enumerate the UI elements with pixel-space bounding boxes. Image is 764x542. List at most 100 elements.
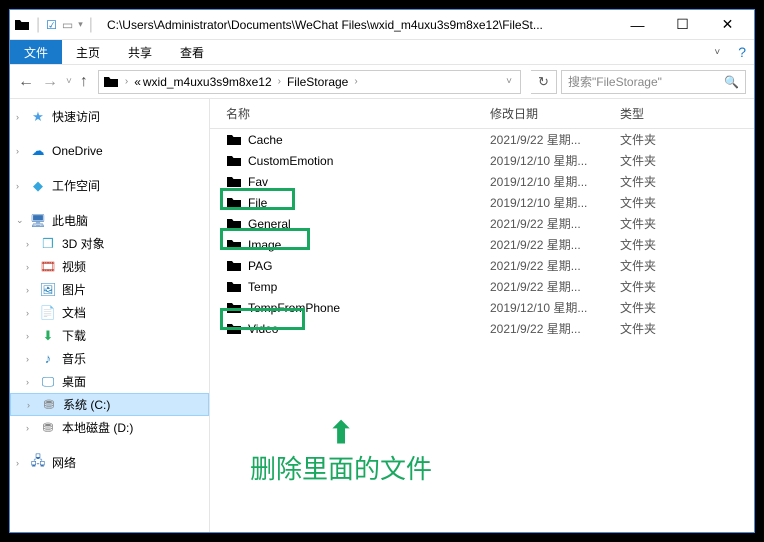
column-headers: 名称 修改日期 类型: [210, 99, 754, 129]
home-tab[interactable]: 主页: [62, 40, 114, 65]
column-date[interactable]: 修改日期: [490, 105, 620, 122]
pc-icon: 🖥: [30, 213, 46, 229]
star-icon: ★: [30, 109, 46, 125]
expand-icon[interactable]: ›: [26, 285, 29, 295]
file-date: 2021/9/22 星期...: [490, 215, 620, 232]
breadcrumb-segment[interactable]: FileStorage: [287, 75, 348, 89]
search-placeholder: 搜索"FileStorage": [568, 73, 662, 90]
file-row[interactable]: General2021/9/22 星期...文件夹: [210, 213, 754, 234]
qat-checkbox-icon[interactable]: ☑: [46, 18, 57, 32]
drive-icon: ⛃: [41, 397, 57, 413]
collapse-icon[interactable]: ⌄: [16, 215, 24, 226]
sidebar-label: 图片: [62, 281, 86, 298]
file-date: 2021/9/22 星期...: [490, 131, 620, 148]
sidebar-item-music[interactable]: ›♪音乐: [10, 347, 209, 370]
sidebar-item-desktop[interactable]: ›🖵桌面: [10, 370, 209, 393]
sidebar-network[interactable]: › 🖧 网络: [10, 451, 209, 474]
window-title: C:\Users\Administrator\Documents\WeChat …: [107, 18, 615, 32]
sidebar-item-3d[interactable]: ›❒3D 对象: [10, 232, 209, 255]
file-name: General: [248, 217, 291, 231]
file-name: Video: [248, 322, 278, 336]
file-type: 文件夹: [620, 152, 754, 169]
sidebar-item-downloads[interactable]: › ⬇ 下载: [10, 324, 209, 347]
forward-button[interactable]: →: [42, 74, 58, 90]
file-date: 2021/9/22 星期...: [490, 320, 620, 337]
chevron-icon[interactable]: ›: [274, 76, 285, 87]
maximize-button[interactable]: ☐: [660, 10, 705, 39]
help-icon[interactable]: ?: [730, 44, 754, 60]
sidebar-label: 下载: [62, 327, 86, 344]
sidebar-item-ddrive[interactable]: ›⛃本地磁盘 (D:): [10, 416, 209, 439]
history-dropdown[interactable]: ˅: [66, 77, 72, 87]
cloud-icon: ☁: [30, 143, 46, 159]
file-name: Cache: [248, 133, 283, 147]
expand-icon[interactable]: ›: [16, 181, 19, 191]
sidebar-onedrive[interactable]: › ☁ OneDrive: [10, 140, 209, 162]
back-button[interactable]: ←: [18, 74, 34, 90]
qat-bar-icon[interactable]: ▭: [59, 18, 76, 32]
expand-icon[interactable]: ›: [26, 331, 29, 341]
expand-icon[interactable]: ›: [26, 262, 29, 272]
content-pane: 名称 修改日期 类型 Cache2021/9/22 星期...文件夹Custom…: [210, 99, 754, 532]
file-row[interactable]: Video2021/9/22 星期...文件夹: [210, 318, 754, 339]
titlebar: | ☑ ▭ ▾ | C:\Users\Administrator\Documen…: [10, 10, 754, 40]
file-tab[interactable]: 文件: [10, 40, 62, 64]
sidebar-quick-access[interactable]: › ★ 快速访问: [10, 105, 209, 128]
column-type[interactable]: 类型: [620, 105, 754, 122]
file-name-cell: Fav: [210, 174, 490, 190]
annotation-text: 删除里面的文件: [250, 449, 432, 486]
file-row[interactable]: TempFromPhone2019/12/10 星期...文件夹: [210, 297, 754, 318]
file-name: Temp: [248, 280, 277, 294]
search-input[interactable]: 搜索"FileStorage" 🔍: [561, 70, 746, 94]
breadcrumb-dropdown-icon[interactable]: ˅: [502, 76, 516, 87]
sidebar-label: OneDrive: [52, 144, 103, 158]
download-icon: ⬇: [40, 328, 56, 344]
expand-icon[interactable]: ›: [16, 458, 19, 468]
network-icon: 🖧: [30, 455, 46, 471]
file-name-cell: CustomEmotion: [210, 153, 490, 169]
file-row[interactable]: PAG2021/9/22 星期...文件夹: [210, 255, 754, 276]
sidebar-item-pictures[interactable]: ›🖼图片: [10, 278, 209, 301]
cube-icon: ❒: [40, 236, 56, 252]
file-row[interactable]: CustomEmotion2019/12/10 星期...文件夹: [210, 150, 754, 171]
sidebar-label: 此电脑: [52, 212, 88, 229]
sidebar-item-video[interactable]: ›🎞视频: [10, 255, 209, 278]
expand-icon[interactable]: ›: [16, 146, 19, 156]
file-date: 2021/9/22 星期...: [490, 257, 620, 274]
chevron-icon[interactable]: ›: [121, 76, 132, 87]
sidebar-item-cdrive[interactable]: ›⛃系统 (C:): [10, 393, 209, 416]
column-name[interactable]: 名称: [210, 105, 490, 122]
up-button[interactable]: ↑: [80, 74, 88, 90]
file-row[interactable]: Image2021/9/22 星期...文件夹: [210, 234, 754, 255]
file-name-cell: Image: [210, 237, 490, 253]
sidebar-this-pc[interactable]: ⌄ 🖥 此电脑: [10, 209, 209, 232]
minimize-button[interactable]: —: [615, 10, 660, 39]
drive-icon: ⛃: [40, 420, 56, 436]
view-tab[interactable]: 查看: [166, 40, 218, 65]
expand-icon[interactable]: ›: [27, 400, 30, 410]
sidebar-label: 桌面: [62, 373, 86, 390]
refresh-button[interactable]: ↻: [531, 70, 557, 94]
expand-icon[interactable]: ›: [26, 354, 29, 364]
sidebar-workspace[interactable]: › ◆ 工作空间: [10, 174, 209, 197]
qat-dropdown-icon[interactable]: ▾: [78, 19, 83, 30]
body-area: › ★ 快速访问 › ☁ OneDrive › ◆ 工作空间: [10, 99, 754, 532]
ribbon-expand-icon[interactable]: ˅: [704, 43, 730, 62]
expand-icon[interactable]: ›: [26, 308, 29, 318]
expand-icon[interactable]: ›: [26, 239, 29, 249]
file-row[interactable]: File2019/12/10 星期...文件夹: [210, 192, 754, 213]
share-tab[interactable]: 共享: [114, 40, 166, 65]
expand-icon[interactable]: ›: [16, 112, 19, 122]
breadcrumb-segment[interactable]: wxid_m4uxu3s9m8xe12: [143, 75, 272, 89]
breadcrumb-ellipsis[interactable]: «: [134, 75, 141, 89]
file-row[interactable]: Cache2021/9/22 星期...文件夹: [210, 129, 754, 150]
file-row[interactable]: Temp2021/9/22 星期...文件夹: [210, 276, 754, 297]
sidebar-item-docs[interactable]: ›📄文档: [10, 301, 209, 324]
breadcrumb[interactable]: › « wxid_m4uxu3s9m8xe12 › FileStorage › …: [98, 70, 521, 94]
chevron-icon[interactable]: ›: [350, 76, 361, 87]
expand-icon[interactable]: ›: [26, 423, 29, 433]
close-button[interactable]: ✕: [705, 10, 750, 39]
file-row[interactable]: Fav2019/12/10 星期...文件夹: [210, 171, 754, 192]
folder-icon: [226, 174, 242, 190]
expand-icon[interactable]: ›: [26, 377, 29, 387]
